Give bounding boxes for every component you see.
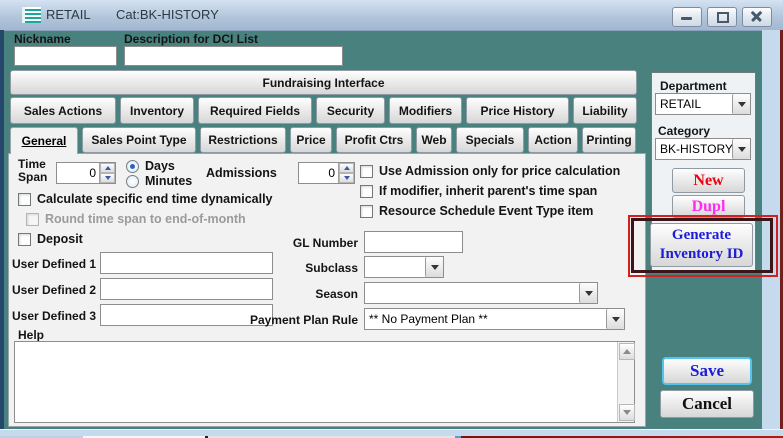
season-dropdown[interactable] <box>364 282 598 304</box>
tab-general[interactable]: General <box>10 127 78 154</box>
chevron-down-icon[interactable] <box>100 173 115 183</box>
tab-liability[interactable]: Liability <box>573 97 637 124</box>
chevron-down-icon[interactable] <box>425 257 443 277</box>
user-defined-3-label: User Defined 3 <box>12 309 97 323</box>
application-window: RETAIL Cat:BK-HISTORY Nickname Descripti… <box>0 0 783 438</box>
user-defined-2-label: User Defined 2 <box>12 283 97 297</box>
tab-required-fields[interactable]: Required Fields <box>198 97 312 124</box>
category-dropdown[interactable]: BK-HISTORY <box>655 138 751 160</box>
chevron-down-icon[interactable] <box>339 173 354 183</box>
minimize-button[interactable] <box>672 7 702 27</box>
radio-minutes-circle[interactable] <box>126 174 139 188</box>
department-dropdown[interactable]: RETAIL <box>655 93 751 115</box>
checkbox-deposit[interactable]: Deposit <box>18 232 83 246</box>
window-category-caption: Cat:BK-HISTORY <box>116 7 219 22</box>
help-scrollbar[interactable] <box>617 342 635 422</box>
restore-icon <box>717 12 729 23</box>
window-left-border <box>0 30 4 438</box>
title-bar[interactable]: RETAIL Cat:BK-HISTORY <box>0 0 783 31</box>
radio-days[interactable]: Days <box>126 159 175 173</box>
tab-price-history[interactable]: Price History <box>466 97 569 124</box>
chevron-up-icon[interactable] <box>619 343 635 360</box>
fundraising-interface-button[interactable]: Fundraising Interface <box>10 70 637 95</box>
chevron-up-icon[interactable] <box>100 163 115 173</box>
time-span-value: 0 <box>89 166 96 180</box>
category-label: Category <box>658 124 711 138</box>
new-button[interactable]: New <box>672 168 745 193</box>
radio-days-circle[interactable] <box>126 159 139 173</box>
admissions-value: 0 <box>328 166 335 180</box>
save-button[interactable]: Save <box>662 357 752 385</box>
list-icon <box>22 7 41 23</box>
tab-security[interactable]: Security <box>316 97 385 124</box>
chevron-down-icon[interactable] <box>579 283 597 303</box>
tab-action[interactable]: Action <box>528 127 578 153</box>
chevron-down-icon[interactable] <box>619 404 635 421</box>
nickname-label: Nickname <box>14 32 71 46</box>
radio-minutes[interactable]: Minutes <box>126 174 192 188</box>
admissions-stepper[interactable]: 0 <box>298 162 355 184</box>
time-span-label: Time Span <box>18 157 48 184</box>
chevron-down-icon[interactable] <box>606 309 624 329</box>
help-label: Help <box>18 328 45 342</box>
season-label: Season <box>315 287 358 301</box>
tab-modifiers[interactable]: Modifiers <box>389 97 462 124</box>
tab-sales-point-type[interactable]: Sales Point Type <box>82 127 196 153</box>
subclass-label: Subclass <box>305 261 358 275</box>
checkbox-use-admission[interactable]: Use Admission only for price calculation <box>360 164 620 178</box>
checkbox-resource-schedule[interactable]: Resource Schedule Event Type item <box>360 204 593 218</box>
description-input[interactable] <box>124 46 343 66</box>
close-button[interactable] <box>742 7 772 27</box>
payment-plan-rule-label: Payment Plan Rule <box>249 313 358 327</box>
chevron-down-icon[interactable] <box>732 94 750 114</box>
subclass-dropdown[interactable] <box>364 256 444 278</box>
tab-sales-actions[interactable]: Sales Actions <box>10 97 116 124</box>
help-textarea[interactable] <box>14 341 635 423</box>
restore-button[interactable] <box>707 7 737 27</box>
tab-price[interactable]: Price <box>290 127 332 153</box>
cancel-button[interactable]: Cancel <box>660 390 754 418</box>
minimize-icon <box>681 17 692 20</box>
window-title: RETAIL <box>46 7 91 22</box>
department-label: Department <box>660 79 727 93</box>
tab-inventory[interactable]: Inventory <box>120 97 194 124</box>
payment-plan-rule-dropdown[interactable]: ** No Payment Plan ** <box>364 308 625 330</box>
gl-number-label: GL Number <box>292 236 358 250</box>
chevron-down-icon[interactable] <box>732 139 750 159</box>
tab-printing[interactable]: Printing <box>582 127 636 153</box>
generate-inventory-id-button[interactable]: Generate Inventory ID <box>650 223 753 267</box>
checkbox-calculate-end-time[interactable]: Calculate specific end time dynamically <box>18 192 273 206</box>
checkbox-if-modifier[interactable]: If modifier, inherit parent's time span <box>360 184 597 198</box>
chevron-up-icon[interactable] <box>339 163 354 173</box>
gl-number-input[interactable] <box>364 231 463 253</box>
tab-profit-ctrs[interactable]: Profit Ctrs <box>336 127 412 153</box>
description-label: Description for DCI List <box>124 32 259 46</box>
tab-specials[interactable]: Specials <box>456 127 524 153</box>
admissions-label: Admissions <box>206 166 277 180</box>
time-span-stepper[interactable]: 0 <box>56 162 116 184</box>
user-defined-1-label: User Defined 1 <box>12 257 97 271</box>
nickname-input[interactable] <box>14 46 117 66</box>
checkbox-round-time-span: Round time span to end-of-month <box>26 212 246 226</box>
tab-web[interactable]: Web <box>416 127 452 153</box>
tab-restrictions[interactable]: Restrictions <box>200 127 286 153</box>
